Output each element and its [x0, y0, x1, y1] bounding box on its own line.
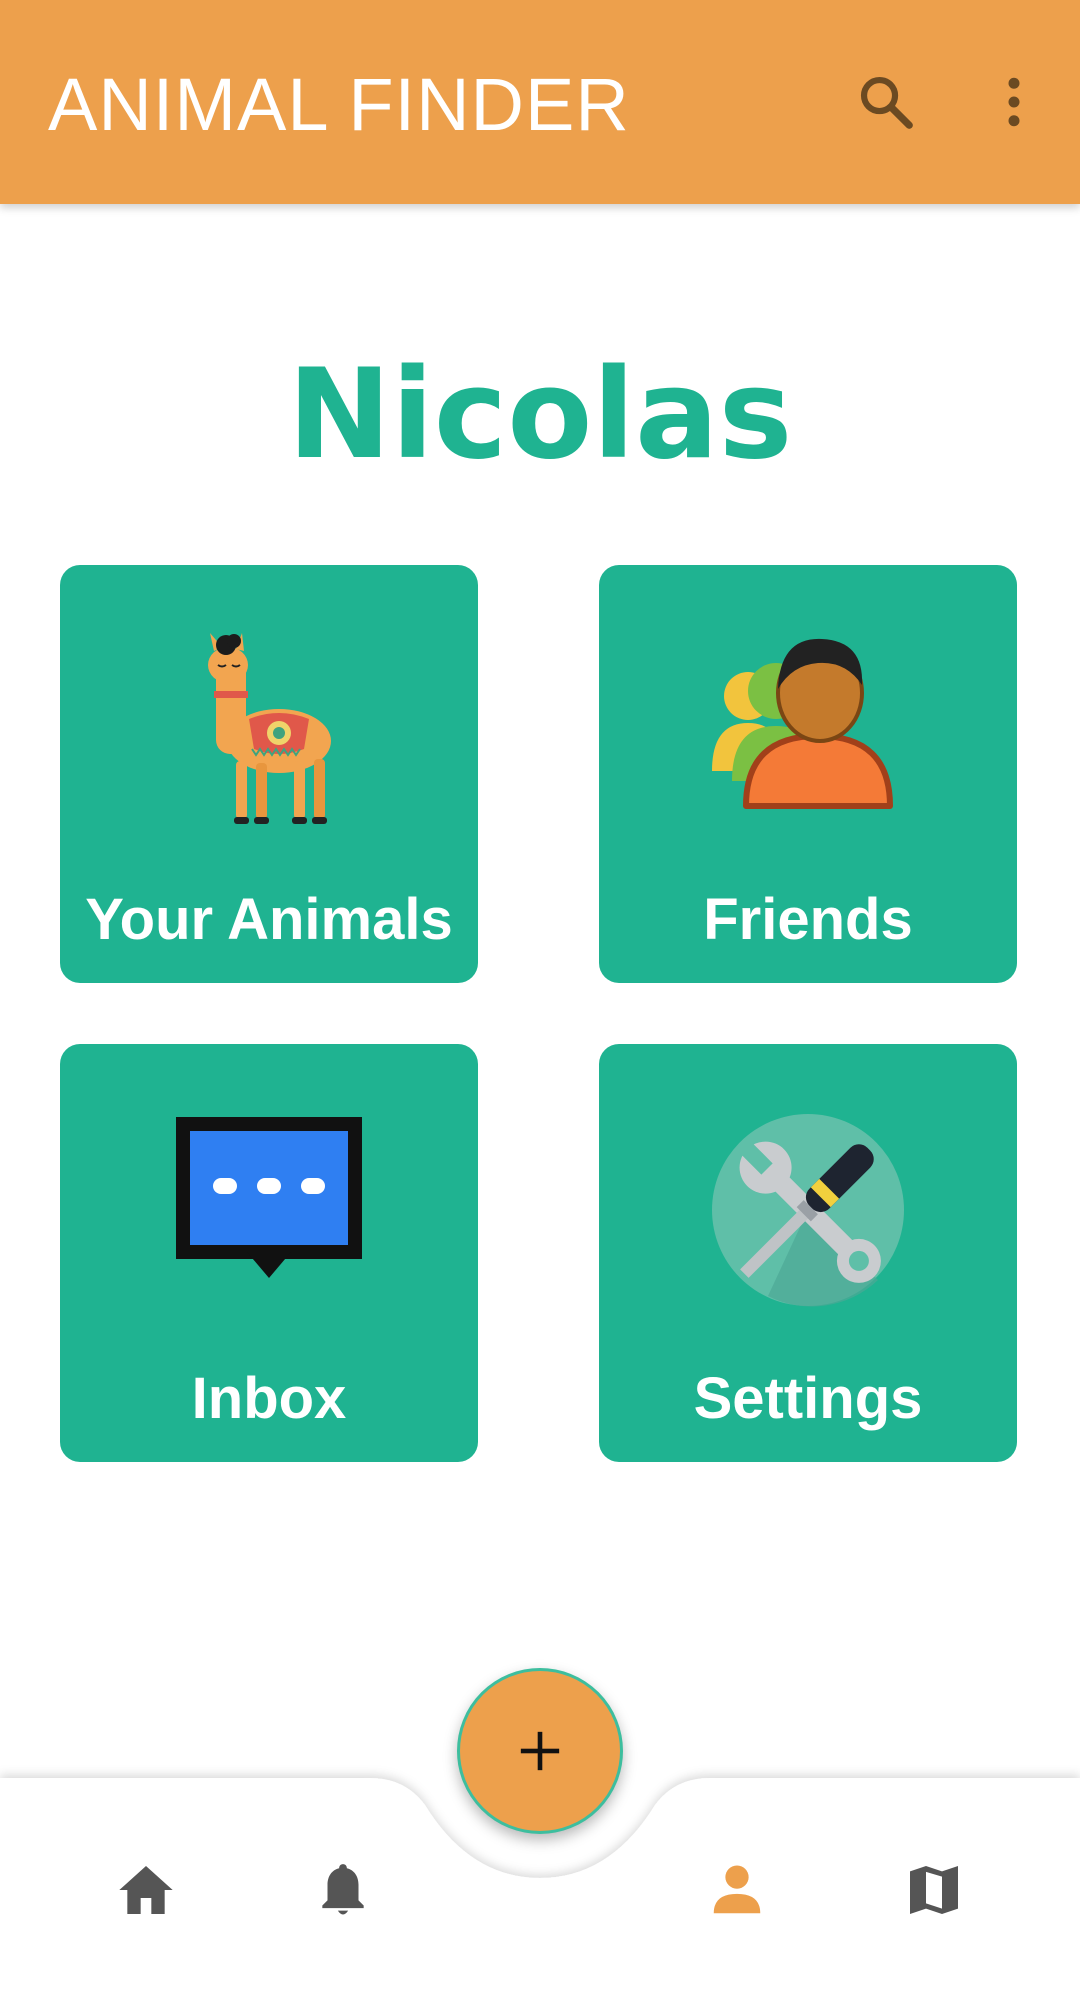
your-animals-tile[interactable]: Your Animals — [60, 565, 478, 983]
settings-tile[interactable]: Settings — [599, 1044, 1017, 1462]
inbox-tile[interactable]: Inbox — [60, 1044, 478, 1462]
inbox-label: Inbox — [191, 1366, 347, 1431]
add-button[interactable] — [457, 1668, 623, 1834]
home-icon — [119, 1866, 173, 1914]
app-bar: ANIMAL FINDER — [0, 0, 1080, 204]
more-options-button[interactable] — [974, 62, 1054, 142]
your-animals-label: Your Animals — [85, 887, 453, 952]
settings-label: Settings — [693, 1366, 923, 1431]
tools-icon — [712, 1114, 904, 1307]
profile-name: Nicolas — [287, 343, 793, 487]
chat-bubble-icon — [176, 1117, 362, 1278]
nav-notifications[interactable] — [307, 1854, 379, 1926]
person-icon — [713, 1865, 761, 1914]
friends-label: Friends — [703, 887, 913, 952]
friends-tile[interactable]: Friends — [599, 565, 1017, 983]
map-icon — [910, 1866, 958, 1914]
nav-map[interactable] — [898, 1854, 970, 1926]
plus-icon — [520, 1731, 560, 1771]
nav-home[interactable] — [110, 1854, 182, 1926]
friends-icon — [712, 638, 893, 809]
search-icon — [860, 76, 913, 129]
more-vertical-icon — [1008, 77, 1020, 127]
app-title: ANIMAL FINDER — [48, 63, 630, 146]
llama-icon — [208, 633, 331, 824]
search-button[interactable] — [846, 62, 926, 142]
nav-profile[interactable] — [701, 1854, 773, 1926]
bell-icon — [322, 1864, 364, 1915]
